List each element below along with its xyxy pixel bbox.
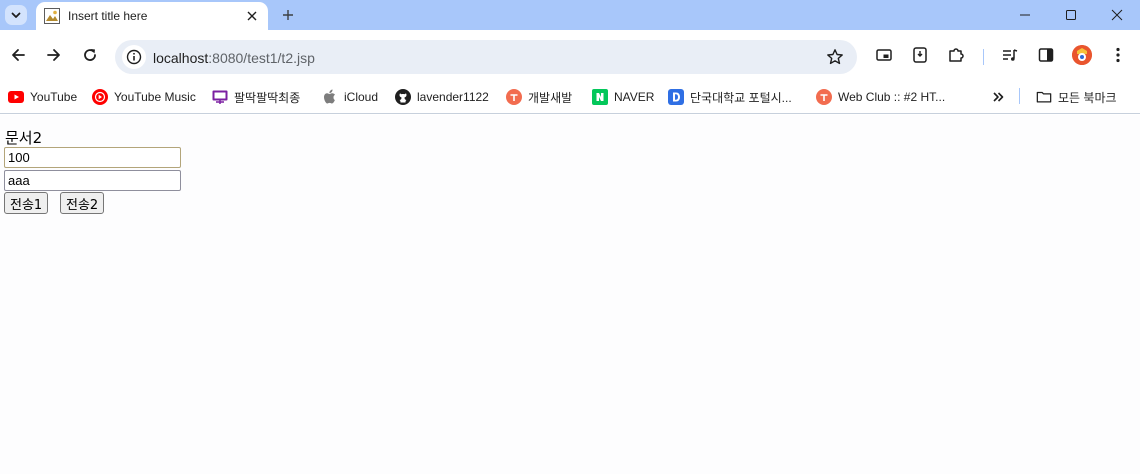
avatar-icon	[1072, 45, 1092, 65]
bookmark-icloud[interactable]: iCloud	[322, 87, 378, 107]
title-bar: Insert title here	[0, 0, 1140, 30]
reload-icon	[84, 49, 96, 61]
bookmark-label: NAVER	[614, 90, 655, 104]
bookmark-label: 팔딱팔딱최종	[234, 90, 301, 105]
arrow-left-icon	[12, 49, 25, 61]
chevron-down-icon	[11, 12, 21, 18]
bookmark-palttak[interactable]: 팔딱팔딱최종	[212, 87, 300, 107]
tab-close-button[interactable]	[244, 8, 260, 24]
star-icon	[827, 49, 843, 65]
bookmark-label: 단국대학교 포털시...	[690, 90, 792, 105]
tab-favicon-icon	[44, 8, 60, 24]
submit2-button[interactable]: 전송2	[60, 192, 105, 214]
bookmark-label: iCloud	[344, 90, 379, 104]
bookmark-label: Web Club :: #2 HT...	[838, 90, 946, 104]
naver-icon	[592, 89, 608, 105]
bookmarks-bar: YouTube YouTube Music 팔딱팔딱최종 iCloud lave…	[0, 80, 1140, 114]
bookmarks-divider	[1019, 88, 1020, 104]
bookmark-label: YouTube	[30, 90, 78, 104]
plus-icon	[283, 10, 293, 20]
minimize-icon	[1020, 14, 1030, 16]
tistory-icon	[816, 89, 832, 105]
media-controls-button[interactable]	[1000, 45, 1020, 65]
bookmark-dankook[interactable]: 단국대학교 포털시...	[668, 87, 792, 107]
bookmark-github[interactable]: lavender1122	[395, 87, 489, 107]
side-panel-button[interactable]	[1036, 45, 1056, 65]
playlist-music-icon	[1003, 49, 1018, 61]
folder-icon	[1036, 89, 1052, 105]
info-icon	[126, 49, 142, 65]
forward-button[interactable]	[42, 43, 66, 67]
maximize-icon	[1066, 10, 1076, 20]
bookmark-label: YouTube Music	[114, 90, 196, 104]
puzzle-icon	[949, 48, 964, 62]
value-input-1[interactable]	[4, 147, 181, 168]
page-content: 문서2 전송1 전송2	[0, 115, 1140, 474]
page-title: 문서2	[5, 129, 43, 147]
tab-search-button[interactable]	[5, 5, 27, 25]
apple-icon	[322, 89, 338, 105]
bookmark-youtube-music[interactable]: YouTube Music	[92, 87, 196, 107]
browser-toolbar: localhost:8080/test1/t2.jsp	[0, 30, 1140, 80]
bookmarks-overflow-button[interactable]	[990, 87, 1012, 107]
bookmark-star-button[interactable]	[825, 47, 845, 67]
extension-box-icon	[913, 47, 927, 63]
youtube-music-icon	[92, 89, 108, 105]
picture-in-picture-icon	[876, 49, 892, 61]
value-input-2[interactable]	[4, 170, 181, 191]
double-chevron-right-icon	[990, 89, 1006, 105]
reload-button[interactable]	[78, 43, 102, 67]
d-icon	[668, 89, 684, 105]
tistory-icon	[506, 89, 522, 105]
youtube-icon	[8, 89, 24, 105]
bookmark-webclub[interactable]: Web Club :: #2 HT...	[816, 87, 945, 107]
presentation-icon	[212, 89, 228, 105]
all-bookmarks-label: 모든 북마크	[1058, 90, 1117, 105]
more-vertical-icon	[1116, 47, 1120, 63]
github-icon	[395, 89, 411, 105]
close-icon	[247, 11, 257, 21]
picture-in-picture-button[interactable]	[874, 45, 894, 65]
bookmark-label: 개발새발	[528, 90, 573, 105]
bookmark-naver[interactable]: NAVER	[592, 87, 654, 107]
profile-avatar[interactable]	[1072, 45, 1092, 65]
arrow-right-icon	[47, 49, 60, 61]
submit1-button[interactable]: 전송1	[4, 192, 49, 214]
bookmark-label: lavender1122	[417, 90, 489, 104]
back-button[interactable]	[6, 43, 30, 67]
url-text: localhost:8080/test1/t2.jsp	[153, 50, 315, 66]
bookmark-youtube[interactable]: YouTube	[8, 87, 77, 107]
address-bar[interactable]: localhost:8080/test1/t2.jsp	[115, 40, 857, 74]
chrome-menu-button[interactable]	[1108, 45, 1128, 65]
extensions-menu-button[interactable]	[946, 45, 966, 65]
maximize-button[interactable]	[1048, 0, 1094, 30]
bookmark-gaebal[interactable]: 개발새발	[506, 87, 572, 107]
extension-button[interactable]	[910, 45, 930, 65]
all-bookmarks-button[interactable]: 모든 북마크	[1036, 87, 1117, 107]
site-info-button[interactable]	[122, 45, 146, 69]
window-close-button[interactable]	[1094, 0, 1140, 30]
url-path: :8080/test1/t2.jsp	[208, 50, 315, 66]
tab-title: Insert title here	[68, 9, 148, 23]
active-tab[interactable]: Insert title here	[36, 2, 268, 30]
url-host: localhost	[153, 50, 209, 66]
new-tab-button[interactable]	[278, 5, 298, 25]
minimize-button[interactable]	[1002, 0, 1048, 30]
close-icon	[1111, 9, 1123, 21]
side-panel-icon	[1038, 48, 1054, 62]
toolbar-divider	[983, 49, 984, 65]
